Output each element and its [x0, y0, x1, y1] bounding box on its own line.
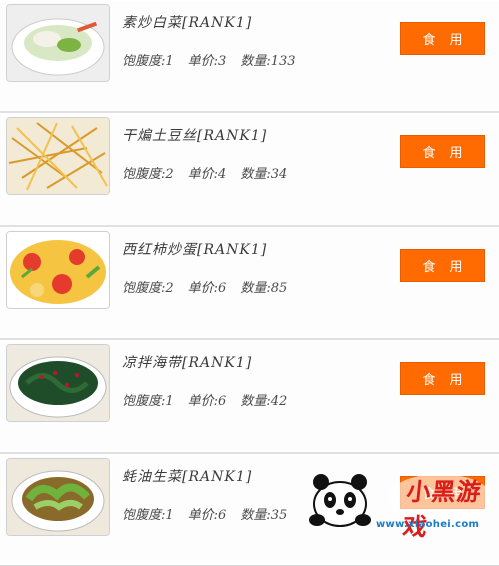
quantity-value: 数量:133 — [240, 54, 296, 69]
satiety-value: 饱腹度:2 — [122, 167, 174, 183]
food-image — [6, 344, 110, 423]
panda-mascot-icon — [305, 468, 375, 528]
food-item-3: 凉拌海带[RANK1] 饱腹度:1 单价:6 数量:42 食用 — [0, 340, 499, 454]
food-name: 干煸土豆丝[RANK1] — [122, 128, 268, 145]
quantity-value: 数量:34 — [240, 167, 288, 183]
price-value: 单价:6 — [187, 280, 227, 296]
food-image — [6, 4, 110, 82]
watermark-url: www.xiaohei.com — [376, 519, 480, 530]
food-item-0: 素炒白菜[RANK1] 饱腹度:1 单价:3 数量:133 食用 — [0, 0, 499, 114]
food-stats: 饱腹度:2 单价:4 数量:34 — [122, 163, 301, 182]
quantity-value: 数量:35 — [240, 507, 288, 523]
price-value: 单价:3 — [187, 54, 227, 69]
watermark-brand: 小黑游戏 — [401, 478, 484, 541]
eat-button[interactable]: 食用 — [400, 22, 485, 55]
food-name: 蚝油生菜[RANK1] — [122, 468, 253, 485]
food-stats: 饱腹度:2 单价:6 数量:85 — [122, 277, 301, 296]
food-stats: 饱腹度:1 单价:6 数量:42 — [122, 390, 301, 409]
satiety-value: 饱腹度:1 — [122, 394, 174, 410]
food-name: 素炒白菜[RANK1] — [122, 15, 253, 31]
food-item-1: 干煸土豆丝[RANK1] 饱腹度:2 单价:4 数量:34 食用 — [0, 113, 499, 227]
price-value: 单价:4 — [187, 167, 227, 183]
food-image — [6, 230, 110, 309]
satiety-value: 饱腹度:1 — [122, 54, 174, 69]
food-image — [6, 457, 110, 536]
price-value: 单价:6 — [187, 394, 227, 410]
food-name: 凉拌海带[RANK1] — [122, 355, 253, 372]
eat-button[interactable]: 食用 — [400, 135, 485, 169]
satiety-value: 饱腹度:1 — [122, 507, 174, 523]
food-stats: 饱腹度:1 单价:6 数量:35 — [122, 504, 301, 523]
eat-button[interactable]: 食用 — [400, 248, 485, 282]
eat-button[interactable]: 食用 — [400, 362, 485, 396]
food-image — [6, 117, 110, 196]
food-item-2: 西红柿炒蛋[RANK1] 饱腹度:2 单价:6 数量:85 食用 — [0, 226, 499, 341]
food-stats: 饱腹度:1 单价:3 数量:133 — [122, 50, 310, 69]
price-value: 单价:6 — [187, 507, 227, 523]
quantity-value: 数量:42 — [240, 394, 288, 410]
satiety-value: 饱腹度:2 — [122, 280, 174, 296]
quantity-value: 数量:85 — [240, 280, 288, 296]
food-name: 西红柿炒蛋[RANK1] — [122, 241, 268, 258]
